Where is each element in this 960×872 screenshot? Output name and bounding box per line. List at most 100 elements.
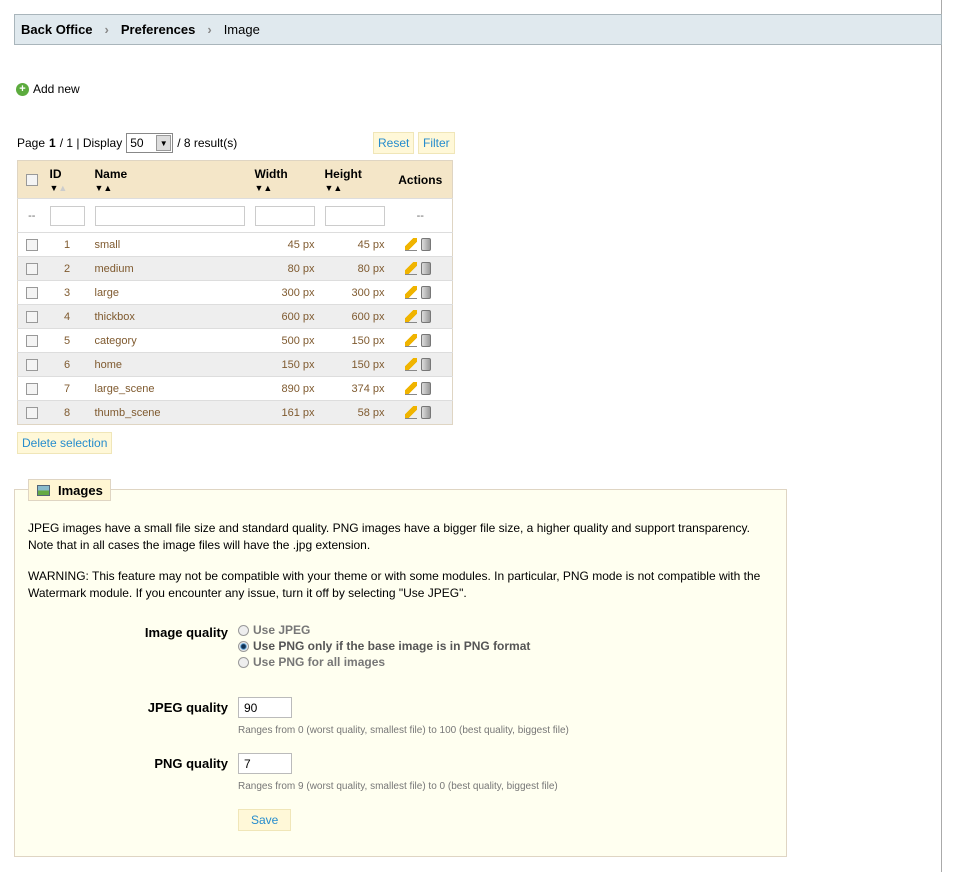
delete-trash-icon[interactable]: [421, 334, 432, 347]
edit-pencil-icon[interactable]: [405, 238, 418, 251]
filter-button[interactable]: Filter: [418, 132, 455, 154]
table-row[interactable]: 1 small 45 px 45 px: [17, 232, 453, 257]
row-checkbox[interactable]: [25, 334, 38, 347]
table-row[interactable]: 3 large 300 px 300 px: [17, 280, 453, 305]
delete-trash-icon[interactable]: [421, 238, 432, 251]
delete-trash-icon[interactable]: [421, 286, 432, 299]
chevron-down-icon: ▼: [156, 135, 172, 151]
png-quality-hint: Ranges from 9 (worst quality, smallest f…: [238, 781, 558, 792]
add-icon: +: [16, 82, 29, 96]
reset-button[interactable]: Reset: [373, 132, 415, 154]
cell-id: 7: [45, 376, 89, 401]
images-legend: Images: [28, 479, 111, 501]
row-checkbox[interactable]: [25, 262, 38, 275]
page-total: / 1 | Display: [59, 136, 123, 150]
cell-height: 600 px: [318, 304, 389, 329]
page-number: 1: [49, 136, 56, 150]
edit-pencil-icon[interactable]: [405, 406, 418, 419]
radio-button[interactable]: [238, 624, 249, 636]
filter-id-input[interactable]: [49, 205, 85, 226]
sort-icon[interactable]: ▼▲: [325, 183, 388, 193]
row-checkbox[interactable]: [25, 286, 38, 299]
cell-width: 300 px: [248, 280, 319, 305]
radio-use-jpeg[interactable]: Use JPEG: [238, 623, 310, 637]
header-id: ID: [49, 167, 62, 181]
result-count: / 8 result(s): [177, 136, 238, 150]
cell-name: thumb_scene: [88, 400, 249, 425]
row-checkbox[interactable]: [25, 382, 38, 395]
delete-selection-button[interactable]: Delete selection: [17, 432, 113, 454]
edit-pencil-icon[interactable]: [405, 334, 418, 347]
breadcrumb-back-office[interactable]: Back Office: [21, 22, 93, 37]
edit-pencil-icon[interactable]: [405, 310, 418, 323]
delete-trash-icon[interactable]: [421, 382, 432, 395]
cell-name: large: [88, 280, 249, 305]
cell-width: 600 px: [248, 304, 319, 329]
header-height: Height: [324, 167, 362, 181]
jpeg-quality-hint: Ranges from 0 (worst quality, smallest f…: [238, 725, 569, 736]
png-quality-input[interactable]: [238, 753, 292, 774]
cell-width: 500 px: [248, 328, 319, 353]
breadcrumb-preferences[interactable]: Preferences: [121, 22, 195, 37]
cell-width: 45 px: [248, 232, 319, 257]
cell-width: 80 px: [248, 256, 319, 281]
radio-label: Use PNG for all images: [253, 655, 386, 669]
breadcrumb: Back Office › Preferences › Image: [14, 14, 942, 45]
cell-name: medium: [88, 256, 249, 281]
add-new-link[interactable]: + Add new: [16, 82, 80, 96]
display-count-value: 50: [130, 136, 144, 150]
png-quality-label: PNG quality: [154, 756, 228, 771]
table-row[interactable]: 4 thickbox 600 px 600 px: [17, 304, 453, 329]
header-width: Width: [254, 167, 288, 181]
radio-label: Use PNG only if the base image is in PNG…: [253, 639, 531, 653]
image-icon: [37, 484, 50, 496]
row-checkbox[interactable]: [25, 238, 38, 251]
row-checkbox[interactable]: [25, 406, 38, 419]
table-row[interactable]: 5 category 500 px 150 px: [17, 328, 453, 353]
image-quality-label: Image quality: [144, 625, 228, 640]
save-button[interactable]: Save: [238, 809, 292, 831]
filter-placeholder: --: [17, 198, 46, 233]
cell-height: 58 px: [318, 400, 389, 425]
cell-height: 150 px: [318, 328, 389, 353]
table-row[interactable]: 6 home 150 px 150 px: [17, 352, 453, 377]
radio-label: Use JPEG: [253, 623, 311, 637]
cell-id: 5: [45, 328, 89, 353]
edit-pencil-icon[interactable]: [405, 382, 418, 395]
cell-name: large_scene: [88, 376, 249, 401]
cell-id: 6: [45, 352, 89, 377]
select-all-checkbox[interactable]: [25, 173, 38, 186]
sort-icon[interactable]: ▼▲: [255, 183, 318, 193]
delete-trash-icon[interactable]: [421, 262, 432, 275]
table-row[interactable]: 8 thumb_scene 161 px 58 px: [17, 400, 453, 425]
cell-id: 3: [45, 280, 89, 305]
jpeg-png-description: JPEG images have a small file size and s…: [28, 521, 750, 552]
pagination: Page 1 / 1 | Display 50 ▼ / 8 result(s): [17, 133, 237, 153]
jpeg-quality-input[interactable]: [238, 697, 292, 718]
radio-button-selected[interactable]: [238, 640, 249, 652]
delete-trash-icon[interactable]: [421, 310, 432, 323]
row-checkbox[interactable]: [25, 310, 38, 323]
edit-pencil-icon[interactable]: [405, 358, 418, 371]
filter-width-input[interactable]: [254, 205, 315, 226]
edit-pencil-icon[interactable]: [405, 286, 418, 299]
warning-text: WARNING: This feature may not be compati…: [28, 569, 761, 600]
table-row[interactable]: 7 large_scene 890 px 374 px: [17, 376, 453, 401]
filter-name-input[interactable]: [94, 205, 245, 226]
sort-icon[interactable]: ▼▲: [95, 183, 248, 193]
table-row[interactable]: 2 medium 80 px 80 px: [17, 256, 453, 281]
sort-icon[interactable]: ▼▲: [50, 183, 88, 193]
display-count-select[interactable]: 50 ▼: [126, 133, 174, 153]
delete-trash-icon[interactable]: [421, 406, 432, 419]
radio-use-png-all[interactable]: Use PNG for all images: [238, 655, 385, 669]
filter-height-input[interactable]: [324, 205, 385, 226]
edit-pencil-icon[interactable]: [405, 262, 418, 275]
radio-button[interactable]: [238, 656, 249, 668]
cell-name: small: [88, 232, 249, 257]
row-checkbox[interactable]: [25, 358, 38, 371]
cell-id: 1: [45, 232, 89, 257]
delete-trash-icon[interactable]: [421, 358, 432, 371]
cell-height: 300 px: [318, 280, 389, 305]
header-actions: Actions: [388, 160, 453, 199]
radio-use-png-if-png[interactable]: Use PNG only if the base image is in PNG…: [238, 639, 530, 653]
